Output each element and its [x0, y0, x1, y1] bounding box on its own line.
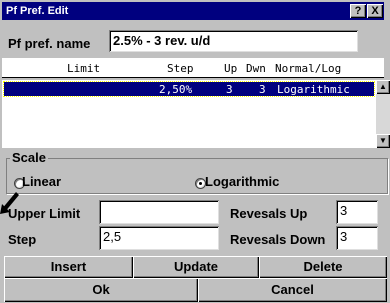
column-header-step: Step	[167, 62, 194, 75]
pf-pref-edit-window: Pf Pref. Edit ? X Pf pref. name 2.5% - 3…	[0, 0, 390, 303]
delete-button[interactable]: Delete	[259, 256, 387, 278]
step-label: Step	[8, 232, 37, 247]
scale-group-label: Scale	[10, 150, 48, 165]
upper-limit-input[interactable]	[99, 200, 219, 224]
column-header-limit: Limit	[67, 62, 101, 75]
update-button[interactable]: Update	[133, 256, 259, 278]
insert-button[interactable]: Insert	[4, 256, 133, 278]
reversals-up-label: Revesals Up	[230, 206, 308, 221]
column-header-normal-log: Normal/Log	[275, 62, 342, 75]
scale-group	[6, 158, 388, 194]
cancel-button[interactable]: Cancel	[198, 278, 387, 302]
row-step: 2,50%	[159, 83, 193, 96]
pref-list[interactable]: 2,50% 3 3 Logarithmic	[2, 80, 376, 148]
scroll-up-arrow-icon[interactable]: ▲	[376, 80, 390, 94]
pointer-arrow-icon	[0, 192, 19, 214]
reversals-down-label: Revesals Down	[230, 232, 326, 247]
row-dwn: 3	[259, 83, 266, 96]
ok-button[interactable]: Ok	[4, 278, 198, 302]
help-button[interactable]: ?	[350, 4, 366, 18]
title-bar[interactable]: Pf Pref. Edit ? X	[2, 2, 384, 20]
step-input[interactable]: 2,5	[99, 226, 219, 250]
column-header-up: Up	[224, 62, 238, 75]
radio-linear-label[interactable]: Linear	[22, 174, 61, 189]
reversals-down-input[interactable]: 3	[336, 226, 378, 250]
scroll-down-arrow-icon[interactable]: ▼	[376, 134, 390, 148]
list-header: Limit Step Up Dwn Normal/Log	[2, 58, 384, 78]
list-row[interactable]: 2,50% 3 3 Logarithmic	[3, 81, 375, 97]
row-up: 3	[226, 83, 233, 96]
close-button[interactable]: X	[367, 4, 383, 18]
reversals-up-input[interactable]: 3	[336, 200, 378, 224]
list-scrollbar[interactable]: ▲ ▼	[376, 80, 390, 148]
pf-pref-name-input[interactable]: 2.5% - 3 rev. u/d	[109, 30, 358, 52]
radio-logarithmic-label[interactable]: Logarithmic	[205, 174, 279, 189]
column-header-dwn: Dwn	[246, 62, 266, 75]
row-mode: Logarithmic	[277, 83, 350, 96]
window-title: Pf Pref. Edit	[6, 5, 69, 17]
pf-pref-name-label: Pf pref. name	[8, 36, 91, 51]
